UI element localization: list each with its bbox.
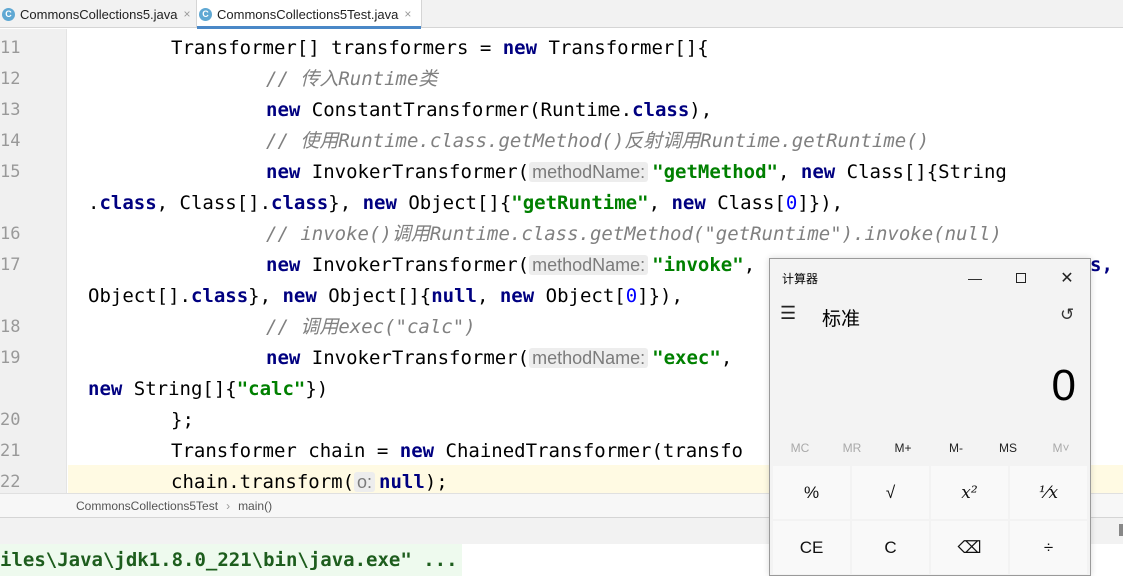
tab-label: CommonsCollections5.java xyxy=(20,6,178,22)
divide-button[interactable]: ÷ xyxy=(1010,521,1087,574)
line-number-gutter: 11 12 13 14 15 16 17 18 19 20 21 22 xyxy=(0,29,67,493)
close-tab-icon[interactable]: × xyxy=(404,7,411,21)
line-number: 15 xyxy=(0,162,21,182)
calculator-window[interactable]: 计算器 — ✕ ☰ 标准 ↺ 0 MC MR M+ M- MS M˅ % √ x… xyxy=(769,258,1091,576)
code-line-wrapped: new String[]{"calc"}) xyxy=(88,378,329,400)
clear-button[interactable]: C xyxy=(852,521,929,574)
line-number: 19 xyxy=(0,348,21,368)
java-class-icon: C xyxy=(2,7,15,21)
line-number: 18 xyxy=(0,317,21,337)
memory-clear-button[interactable]: MC xyxy=(774,441,826,455)
history-icon[interactable]: ↺ xyxy=(1060,305,1074,325)
code-line: chain.transform(o: null); xyxy=(171,471,448,493)
backspace-button[interactable]: ⌫ xyxy=(931,521,1008,574)
line-number: 11 xyxy=(0,38,21,58)
maximize-button[interactable] xyxy=(998,263,1044,293)
line-number: 13 xyxy=(0,100,21,120)
code-line: Transformer[] transformers = new Transfo… xyxy=(171,37,709,59)
code-comment: // 传入Runtime类 xyxy=(266,68,438,90)
reciprocal-button[interactable]: ⅟x xyxy=(1010,466,1087,519)
parameter-hint: o: xyxy=(354,472,376,492)
tab-commonscollections5test[interactable]: C CommonsCollections5Test.java × xyxy=(196,0,422,29)
code-line-fragment: s, xyxy=(1090,254,1113,276)
java-class-icon: C xyxy=(199,7,212,21)
line-number: 20 xyxy=(0,410,21,430)
code-line-wrapped: Object[].class}, new Object[]{null, new … xyxy=(88,285,683,307)
run-panel-scroll-marker xyxy=(1119,524,1123,536)
code-line: new InvokerTransformer(methodName: "getMe… xyxy=(266,161,1007,183)
close-tab-icon[interactable]: × xyxy=(184,7,191,21)
breadcrumb-method[interactable]: main() xyxy=(238,499,272,513)
tab-commonscollections5[interactable]: C CommonsCollections5.java × xyxy=(0,0,194,28)
code-line: }; xyxy=(171,409,194,431)
parameter-hint: methodName: xyxy=(529,162,649,182)
code-comment: // 调用exec("calc") xyxy=(266,316,476,338)
parameter-hint: methodName: xyxy=(529,255,649,275)
calculator-keypad: % √ x² ⅟x CE C ⌫ ÷ xyxy=(773,466,1089,574)
memory-store-button[interactable]: MS xyxy=(982,441,1034,455)
line-number: 14 xyxy=(0,131,21,151)
memory-list-button[interactable]: M˅ xyxy=(1035,441,1087,455)
line-number: 21 xyxy=(0,441,21,461)
code-line: new InvokerTransformer(methodName: "invok… xyxy=(266,254,756,276)
calculator-display: 0 xyxy=(1051,361,1076,410)
memory-add-button[interactable]: M+ xyxy=(877,441,929,455)
memory-subtract-button[interactable]: M- xyxy=(930,441,982,455)
code-line-wrapped: .class, Class[].class}, new Object[]{"ge… xyxy=(88,192,844,214)
maximize-icon xyxy=(1016,273,1026,283)
minimize-button[interactable]: — xyxy=(952,263,998,293)
calculator-title: 计算器 xyxy=(782,272,819,286)
code-line: new InvokerTransformer(methodName: "exec"… xyxy=(266,347,733,369)
parameter-hint: methodName: xyxy=(529,348,649,368)
breadcrumb-class[interactable]: CommonsCollections5Test xyxy=(76,499,218,513)
code-line: Transformer chain = new ChainedTransform… xyxy=(171,440,743,462)
square-button[interactable]: x² xyxy=(931,466,1008,519)
line-number: 17 xyxy=(0,255,21,275)
memory-recall-button[interactable]: MR xyxy=(826,441,878,455)
percent-button[interactable]: % xyxy=(773,466,850,519)
square-root-button[interactable]: √ xyxy=(852,466,929,519)
code-comment: // 使用Runtime.class.getMethod()反射调用Runtim… xyxy=(266,130,930,152)
hamburger-menu-icon[interactable]: ☰ xyxy=(780,303,796,324)
line-number: 12 xyxy=(0,69,21,89)
clear-entry-button[interactable]: CE xyxy=(773,521,850,574)
tab-label: CommonsCollections5Test.java xyxy=(217,6,399,22)
run-command-line: iles\Java\jdk1.8.0_221\bin\java.exe" ... xyxy=(0,544,462,576)
code-line: new ConstantTransformer(Runtime.class), xyxy=(266,99,713,121)
code-comment: // invoke()调用Runtime.class.getMethod("ge… xyxy=(266,223,1002,245)
breadcrumb-separator: › xyxy=(226,498,231,513)
close-button[interactable]: ✕ xyxy=(1044,263,1090,293)
line-number: 16 xyxy=(0,224,21,244)
editor-tab-bar: C CommonsCollections5.java × C CommonsCo… xyxy=(0,0,1123,29)
calculator-mode-title: 标准 xyxy=(822,309,861,330)
